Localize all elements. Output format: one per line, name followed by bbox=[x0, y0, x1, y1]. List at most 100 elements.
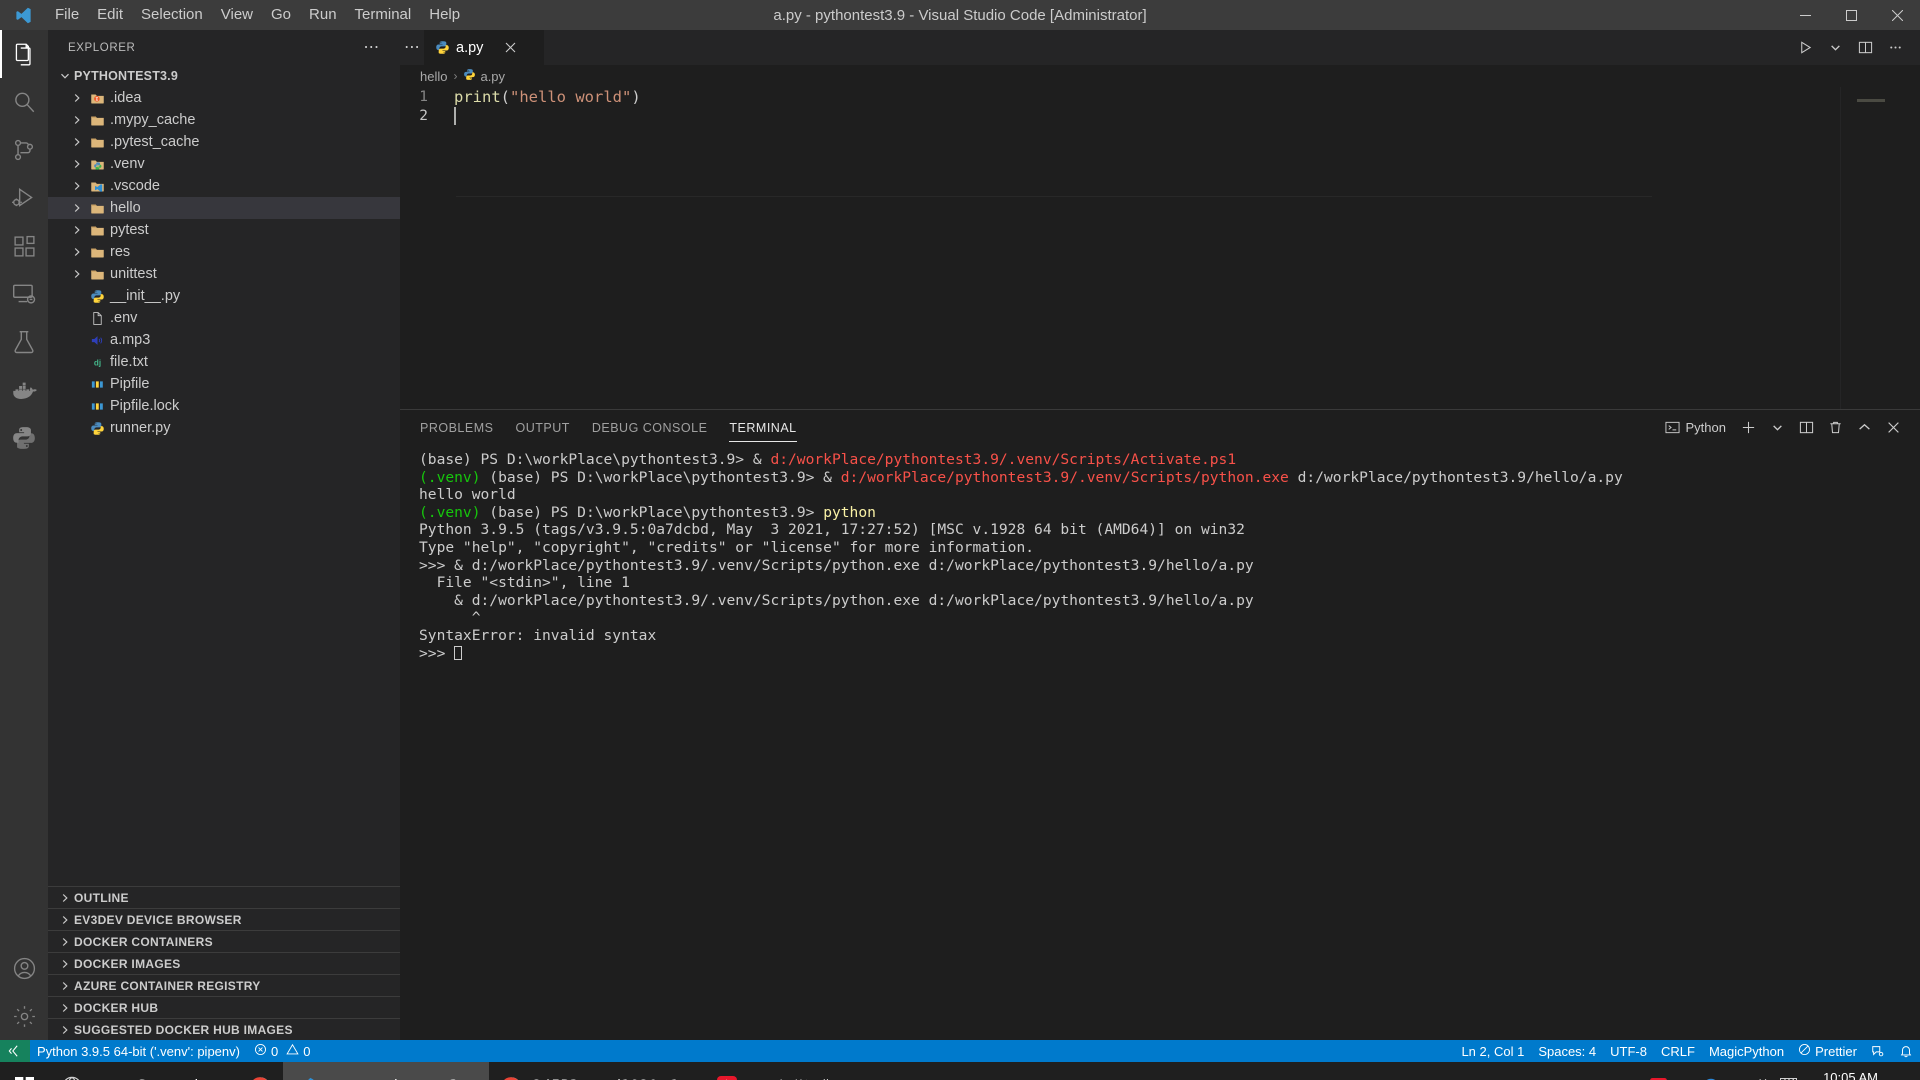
editor-minimap[interactable] bbox=[1840, 87, 1920, 409]
live-share-icon[interactable] bbox=[1864, 1040, 1892, 1062]
tab-debug-console[interactable]: DEBUG CONSOLE bbox=[592, 410, 708, 445]
menu-run[interactable]: Run bbox=[300, 0, 346, 30]
minimize-button[interactable] bbox=[1782, 0, 1828, 30]
kill-terminal-trash-icon[interactable] bbox=[1822, 415, 1848, 441]
tab-problems[interactable]: PROBLEMS bbox=[420, 410, 493, 445]
tree-item-vscode[interactable]: .vscode bbox=[48, 175, 400, 197]
sidebar-section-label: DOCKER CONTAINERS bbox=[74, 934, 213, 949]
notifications-bell-icon[interactable] bbox=[1892, 1040, 1920, 1062]
tree-item-pytest[interactable]: pytest bbox=[48, 219, 400, 241]
ime-pinyin-icon[interactable]: 拼 bbox=[1776, 1062, 1802, 1080]
editor-language-status[interactable]: MagicPython bbox=[1702, 1040, 1791, 1062]
tab-list-more-icon[interactable]: ⋯ bbox=[400, 30, 424, 65]
cortana-icon[interactable] bbox=[48, 1062, 96, 1080]
start-button-icon[interactable] bbox=[0, 1062, 48, 1080]
activity-source-control-icon[interactable] bbox=[0, 126, 48, 174]
tree-item-init-py[interactable]: __init__.py bbox=[48, 285, 400, 307]
tree-root-folder[interactable]: PYTHONTEST3.9 bbox=[48, 65, 400, 87]
tree-item-venv[interactable]: .venv bbox=[48, 153, 400, 175]
sidebar-section-outline[interactable]: OUTLINE bbox=[48, 886, 400, 908]
microsoft-teams-icon[interactable]: T bbox=[1672, 1062, 1698, 1080]
code-text[interactable] bbox=[454, 106, 456, 125]
tree-item-env[interactable]: .env bbox=[48, 307, 400, 329]
maximize-button[interactable] bbox=[1828, 0, 1874, 30]
menu-file[interactable]: File bbox=[46, 0, 88, 30]
sidebar-section-azure-container-registry[interactable]: AZURE CONTAINER REGISTRY bbox=[48, 974, 400, 996]
editor-eol-status[interactable]: CRLF bbox=[1654, 1040, 1702, 1062]
run-python-file-icon[interactable] bbox=[1792, 35, 1818, 61]
tree-item-idea[interactable]: .idea bbox=[48, 87, 400, 109]
editor-more-actions-icon[interactable] bbox=[1882, 35, 1908, 61]
tree-item-pytest-cache[interactable]: .pytest_cache bbox=[48, 131, 400, 153]
taskbar-clock[interactable]: 10:05 AM 11/12/2021 bbox=[1802, 1062, 1890, 1080]
tab-output[interactable]: OUTPUT bbox=[515, 410, 569, 445]
activity-docker-icon[interactable] bbox=[0, 366, 48, 414]
taskbar-app-vscode-window[interactable]: a.py - pythontest3.... bbox=[282, 1062, 489, 1080]
menu-help[interactable]: Help bbox=[420, 0, 469, 30]
sidebar-section-docker-hub[interactable]: DOCKER HUB bbox=[48, 996, 400, 1018]
python-interpreter-status[interactable]: Python 3.9.5 64-bit ('.venv': pipenv) bbox=[30, 1040, 247, 1062]
menu-view[interactable]: View bbox=[212, 0, 262, 30]
tree-item-hello[interactable]: hello bbox=[48, 197, 400, 219]
tab-terminal[interactable]: TERMINAL bbox=[729, 410, 797, 445]
taskbar-app-file-explorer-screenshots[interactable]: Screenshots bbox=[96, 1062, 238, 1080]
taskbar-app-google-chrome[interactable] bbox=[238, 1062, 283, 1080]
editor-encoding-status[interactable]: UTF-8 bbox=[1603, 1040, 1654, 1062]
tree-item-res[interactable]: res bbox=[48, 241, 400, 263]
editor-position-status[interactable]: Ln 2, Col 1 bbox=[1454, 1040, 1531, 1062]
tree-item-file-txt[interactable]: dj file.txt bbox=[48, 351, 400, 373]
activity-python-icon[interactable] bbox=[0, 414, 48, 462]
sidebar-section-docker-containers[interactable]: DOCKER CONTAINERS bbox=[48, 930, 400, 952]
close-button[interactable] bbox=[1874, 0, 1920, 30]
maximize-panel-chevron-up-icon[interactable] bbox=[1851, 415, 1877, 441]
activity-run-debug-icon[interactable] bbox=[0, 174, 48, 222]
activity-search-icon[interactable] bbox=[0, 78, 48, 126]
menu-terminal[interactable]: Terminal bbox=[346, 0, 421, 30]
volume-icon[interactable] bbox=[1724, 1062, 1750, 1080]
sidebar-section-ev3dev-device-browser[interactable]: EV3DEV DEVICE BROWSER bbox=[48, 908, 400, 930]
action-center-icon[interactable] bbox=[1890, 1062, 1916, 1080]
terminal-dropdown-chevron-down-icon[interactable] bbox=[1764, 415, 1790, 441]
sogou-input-icon[interactable] bbox=[1646, 1062, 1672, 1080]
taskbar-app-photos-q45p3[interactable]: %Q45P3.png (1920×1... bbox=[489, 1062, 705, 1080]
menu-selection[interactable]: Selection bbox=[132, 0, 212, 30]
terminal-selector[interactable]: Python bbox=[1664, 420, 1726, 435]
code-text[interactable]: print("hello world") bbox=[454, 88, 641, 106]
tree-item-mypy-cache[interactable]: .mypy_cache bbox=[48, 109, 400, 131]
terminal-output[interactable]: (base) PS D:\workPlace\pythontest3.9> & … bbox=[400, 445, 1920, 1040]
split-terminal-icon[interactable] bbox=[1793, 415, 1819, 441]
new-terminal-icon[interactable] bbox=[1735, 415, 1761, 441]
run-options-chevron-down-icon[interactable] bbox=[1822, 35, 1848, 61]
activity-testing-icon[interactable] bbox=[0, 318, 48, 366]
ime-language-icon[interactable]: 英 bbox=[1750, 1062, 1776, 1080]
activity-explorer-icon[interactable] bbox=[0, 30, 48, 78]
breadcrumb-file[interactable]: a.py bbox=[480, 69, 505, 84]
menu-edit[interactable]: Edit bbox=[88, 0, 132, 30]
tab-a-py[interactable]: a.py bbox=[424, 30, 544, 65]
close-panel-icon[interactable] bbox=[1880, 415, 1906, 441]
problems-status[interactable]: 0 0 bbox=[247, 1040, 317, 1062]
tree-item-pipfile-lock[interactable]: Pipfile.lock bbox=[48, 395, 400, 417]
remote-window-icon[interactable] bbox=[0, 1040, 30, 1062]
prettier-status[interactable]: Prettier bbox=[1791, 1040, 1864, 1062]
sidebar-section-docker-images[interactable]: DOCKER IMAGES bbox=[48, 952, 400, 974]
sidebar-more-actions-icon[interactable]: ⋯ bbox=[363, 39, 380, 55]
tree-item-unittest[interactable]: unittest bbox=[48, 263, 400, 285]
breadcrumb-folder[interactable]: hello bbox=[420, 69, 447, 84]
editor-indentation-status[interactable]: Spaces: 4 bbox=[1531, 1040, 1603, 1062]
activity-accounts-icon[interactable] bbox=[0, 944, 48, 992]
activity-extensions-icon[interactable] bbox=[0, 222, 48, 270]
taskbar-app-youdao-dict[interactable]: 有道 网易有道词典 bbox=[705, 1062, 845, 1080]
menu-go[interactable]: Go bbox=[262, 0, 300, 30]
tree-item-a-mp3[interactable]: a.mp3 bbox=[48, 329, 400, 351]
tree-item-pipfile[interactable]: Pipfile bbox=[48, 373, 400, 395]
tree-item-runner-py[interactable]: runner.py bbox=[48, 417, 400, 439]
onedrive-cloud-icon[interactable] bbox=[1698, 1062, 1724, 1080]
sidebar-section-suggested-docker-hub-images[interactable]: SUGGESTED DOCKER HUB IMAGES bbox=[48, 1018, 400, 1040]
activity-remote-explorer-icon[interactable] bbox=[0, 270, 48, 318]
activity-settings-gear-icon[interactable] bbox=[0, 992, 48, 1040]
show-hidden-icons-chevron-up-icon[interactable] bbox=[1620, 1062, 1646, 1080]
split-editor-right-icon[interactable] bbox=[1852, 35, 1878, 61]
tab-close-icon[interactable] bbox=[501, 39, 519, 57]
code-editor[interactable]: 1 print("hello world") 2 bbox=[400, 87, 1920, 409]
